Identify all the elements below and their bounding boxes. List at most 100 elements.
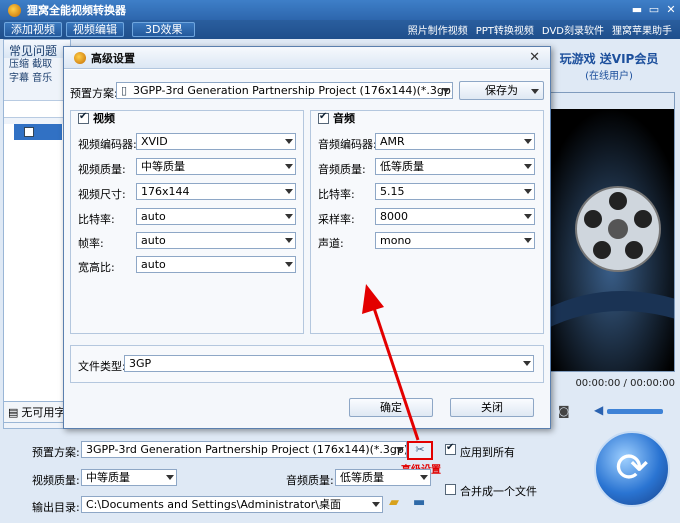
subtitle-music-links[interactable]: 字幕 音乐	[4, 72, 70, 86]
bottom-audio-quality-select[interactable]: 低等质量	[335, 469, 431, 486]
merge-checkbox[interactable]	[445, 484, 456, 495]
audio-group-title: 音频	[333, 112, 355, 125]
save-as-button[interactable]: 保存为	[459, 81, 544, 100]
frame-rate-select[interactable]: auto	[136, 232, 296, 249]
file-type-value: 3GP	[129, 357, 152, 370]
folder-icon[interactable]: ▰	[389, 495, 399, 510]
bottom-video-quality-value: 中等质量	[86, 471, 130, 484]
ok-button[interactable]: 确定	[349, 398, 433, 417]
volume-icon[interactable]: ◀	[594, 403, 603, 417]
file-type-select[interactable]: 3GP	[124, 355, 534, 372]
video-size-select[interactable]: 176x144	[136, 183, 296, 200]
bottom-preset-label: 预置方案:	[32, 446, 80, 459]
volume-slider[interactable]	[607, 409, 663, 414]
bottom-audio-quality-label: 音频质量:	[286, 474, 334, 487]
video-codec-value: XVID	[141, 135, 168, 148]
video-group-title: 视频	[93, 112, 115, 125]
dvd-burn-link[interactable]: DVD刻录软件	[542, 22, 604, 37]
main-toolbar: 添加视频 视频编辑 3D效果 照片制作视频 PPT转换视频 DVD刻录软件 狸窝…	[0, 20, 680, 39]
output-dir-select[interactable]: C:\Documents and Settings\Administrator\…	[81, 496, 383, 513]
aspect-ratio-select[interactable]: auto	[136, 256, 296, 273]
audio-quality-value: 低等质量	[380, 160, 424, 173]
chevron-down-icon	[285, 189, 293, 194]
subtitle-icon: ▤	[8, 405, 19, 419]
audio-bitrate-value: 5.15	[380, 185, 405, 198]
bottom-video-quality-select[interactable]: 中等质量	[81, 469, 177, 486]
video-codec-label: 视频编码器:	[78, 138, 137, 151]
apply-all-label: 应用到所有	[460, 446, 515, 459]
close-label: 关闭	[481, 401, 503, 414]
dialog-title-bar: 高级设置	[64, 47, 550, 69]
aspect-ratio-label: 宽高比:	[78, 261, 115, 274]
bottom-preset-value: 3GPP-3rd Generation Partnership Project …	[86, 443, 407, 456]
save-as-label: 保存为	[485, 84, 518, 97]
dialog-close-button[interactable]: 关闭	[450, 398, 534, 417]
dialog-body: 预置方案: ▯ 3GPP-3rd Generation Partnership …	[64, 70, 550, 428]
chevron-down-icon	[524, 164, 532, 169]
dialog-title: 高级设置	[91, 51, 135, 65]
video-quality-select[interactable]: 中等质量	[136, 158, 296, 175]
video-quality-value: 中等质量	[141, 160, 185, 173]
chevron-down-icon	[420, 475, 428, 480]
chevron-down-icon	[524, 238, 532, 243]
bottom-audio-quality-value: 低等质量	[340, 471, 384, 484]
audio-bitrate-label: 比特率:	[318, 188, 355, 201]
audio-codec-select[interactable]: AMR	[375, 133, 535, 150]
close-icon[interactable]: ✕	[529, 50, 540, 65]
dialog-logo-icon	[74, 51, 86, 64]
audio-group-header: 音频	[318, 110, 355, 126]
compress-cut-links[interactable]: 压缩 截取	[4, 58, 70, 72]
video-bitrate-select[interactable]: auto	[136, 208, 296, 225]
audio-enable-checkbox[interactable]	[318, 111, 329, 124]
video-enable-checkbox[interactable]	[78, 111, 89, 124]
film-reel-icon	[546, 109, 674, 371]
promo-main-text: 玩游戏 送VIP会员	[559, 52, 659, 66]
chevron-down-icon	[531, 89, 539, 94]
audio-codec-value: AMR	[380, 135, 405, 148]
faq-tab[interactable]: 常见问题	[4, 40, 70, 58]
subtitle-select[interactable]: ▤ 无可用字	[3, 401, 71, 423]
chevron-down-icon	[166, 475, 174, 480]
app-title: 狸窝全能视频转换器	[27, 4, 126, 17]
chevron-down-icon	[285, 164, 293, 169]
add-video-button[interactable]: 添加视频	[4, 22, 62, 37]
video-edit-button[interactable]: 视频编辑	[66, 22, 124, 37]
advanced-settings-button[interactable]: ✂	[407, 441, 433, 460]
channels-value: mono	[380, 234, 412, 247]
video-group-header: 视频	[78, 110, 115, 126]
wrench-icon: ✂	[415, 443, 425, 456]
audio-quality-select[interactable]: 低等质量	[375, 158, 535, 175]
camera-icon[interactable]: ◙	[558, 404, 570, 418]
sample-rate-select[interactable]: 8000	[375, 208, 535, 225]
title-bar: 狸窝全能视频转换器	[0, 0, 680, 20]
ok-label: 确定	[380, 401, 402, 414]
apple-helper-link[interactable]: 狸窝苹果助手	[612, 22, 672, 37]
convert-button[interactable]: ⟳	[594, 431, 670, 507]
promo-banner[interactable]: 玩游戏 送VIP会员 (在线用户)	[540, 44, 678, 88]
video-size-value: 176x144	[141, 185, 190, 198]
maximize-icon[interactable]: ▭	[647, 3, 661, 16]
file-checkbox[interactable]	[24, 127, 34, 137]
photo-video-link[interactable]: 照片制作视频	[408, 22, 468, 37]
list-item[interactable]	[14, 124, 62, 140]
app-logo-icon	[8, 3, 21, 17]
3d-effect-button[interactable]: 3D效果	[132, 22, 196, 37]
bottom-preset-select[interactable]: 3GPP-3rd Generation Partnership Project …	[81, 441, 407, 458]
channels-select[interactable]: mono	[375, 232, 535, 249]
output-dir-value: C:\Documents and Settings\Administrator\…	[86, 498, 342, 511]
minimize-icon[interactable]: ▬	[630, 3, 644, 16]
video-preview	[545, 92, 675, 372]
ppt-video-link[interactable]: PPT转换视频	[476, 22, 534, 37]
file-list-panel: 常见问题 压缩 截取 字幕 音乐	[3, 39, 71, 429]
video-bitrate-value: auto	[141, 210, 166, 223]
audio-bitrate-select[interactable]: 5.15	[375, 183, 535, 200]
preset-select[interactable]: ▯ 3GPP-3rd Generation Partnership Projec…	[116, 82, 453, 99]
apply-all-checkbox[interactable]	[445, 442, 456, 455]
chevron-down-icon	[524, 189, 532, 194]
open-folder-icon[interactable]: ▬	[413, 495, 425, 510]
frame-rate-value: auto	[141, 234, 166, 247]
merge-label: 合并成一个文件	[460, 485, 537, 498]
chevron-down-icon	[524, 139, 532, 144]
close-window-icon[interactable]: ✕	[664, 3, 678, 16]
video-codec-select[interactable]: XVID	[136, 133, 296, 150]
